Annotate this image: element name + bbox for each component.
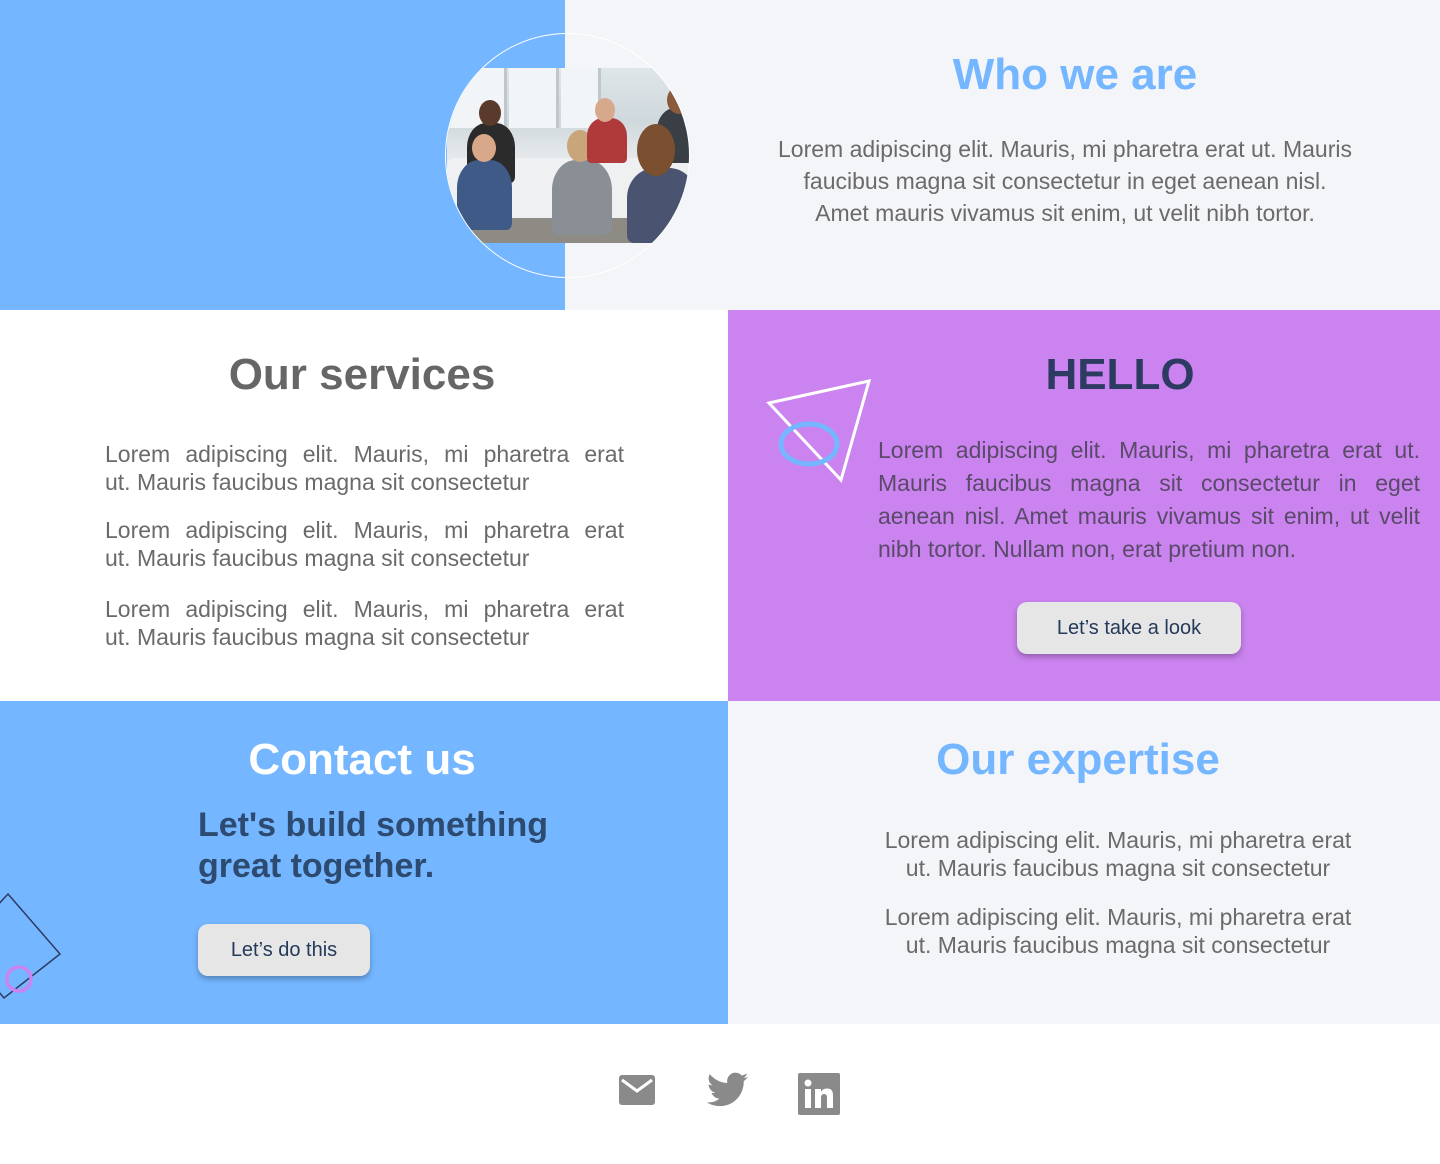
contact-tagline-line-1: Let's build something xyxy=(198,806,548,844)
expertise-item-2-line-2: ut. Mauris faucibus magna sit consectetu… xyxy=(905,932,1331,958)
diamond-decoration-icon xyxy=(0,892,62,1000)
linkedin-icon[interactable] xyxy=(798,1073,840,1120)
mail-icon[interactable] xyxy=(619,1075,655,1110)
contact-title: Contact us xyxy=(248,735,476,784)
who-we-are-line-1: Lorem adipiscing elit. Mauris, mi pharet… xyxy=(778,136,1352,162)
services-item-1-line-2: ut. Mauris faucibus magna sit consectetu… xyxy=(105,469,530,495)
who-we-are-section: Who we are Lorem adipiscing elit. Mauris… xyxy=(565,0,1440,310)
contact-section: Contact us Let's build something great t… xyxy=(0,701,728,1024)
expertise-item-1-line-2: ut. Mauris faucibus magna sit consectetu… xyxy=(905,855,1331,881)
hello-title: HELLO xyxy=(1045,350,1195,399)
hello-line-4: nibh tortor. Nullam non, erat pretium no… xyxy=(878,536,1297,562)
services-item-3-line-2: ut. Mauris faucibus magna sit consectetu… xyxy=(105,624,530,650)
services-item-2-line-2: ut. Mauris faucibus magna sit consectetu… xyxy=(105,545,530,571)
contact-tagline-line-2: great together. xyxy=(198,847,435,885)
services-section: Our services Lorem adipiscing elit. Maur… xyxy=(0,310,728,701)
paper-plane-decoration-icon xyxy=(766,378,872,483)
who-we-are-line-3: Amet mauris vivamus sit enim, ut velit n… xyxy=(815,200,1315,226)
twitter-icon[interactable] xyxy=(706,1072,749,1113)
take-a-look-button[interactable]: Let’s take a look xyxy=(1017,602,1241,654)
who-we-are-line-2: faucibus magna sit consectetur in eget a… xyxy=(803,168,1327,194)
team-photo xyxy=(445,33,690,278)
hello-line-2: Mauris faucibus magna sit consectetur in… xyxy=(878,470,1420,496)
lets-do-this-button[interactable]: Let’s do this xyxy=(198,924,370,976)
hello-line-1: Lorem adipiscing elit. Mauris, mi pharet… xyxy=(878,437,1420,463)
expertise-section: Our expertise Lorem adipiscing elit. Mau… xyxy=(728,701,1440,1024)
footer xyxy=(0,1024,1440,1164)
expertise-title: Our expertise xyxy=(936,735,1220,784)
hello-section: HELLO Lorem adipiscing elit. Mauris, mi … xyxy=(728,310,1440,701)
services-title: Our services xyxy=(228,350,496,399)
who-we-are-title: Who we are xyxy=(952,50,1198,99)
hello-line-3: aenean nisl. Amet mauris vivamus sit eni… xyxy=(878,503,1420,529)
team-meeting-image xyxy=(447,68,689,243)
